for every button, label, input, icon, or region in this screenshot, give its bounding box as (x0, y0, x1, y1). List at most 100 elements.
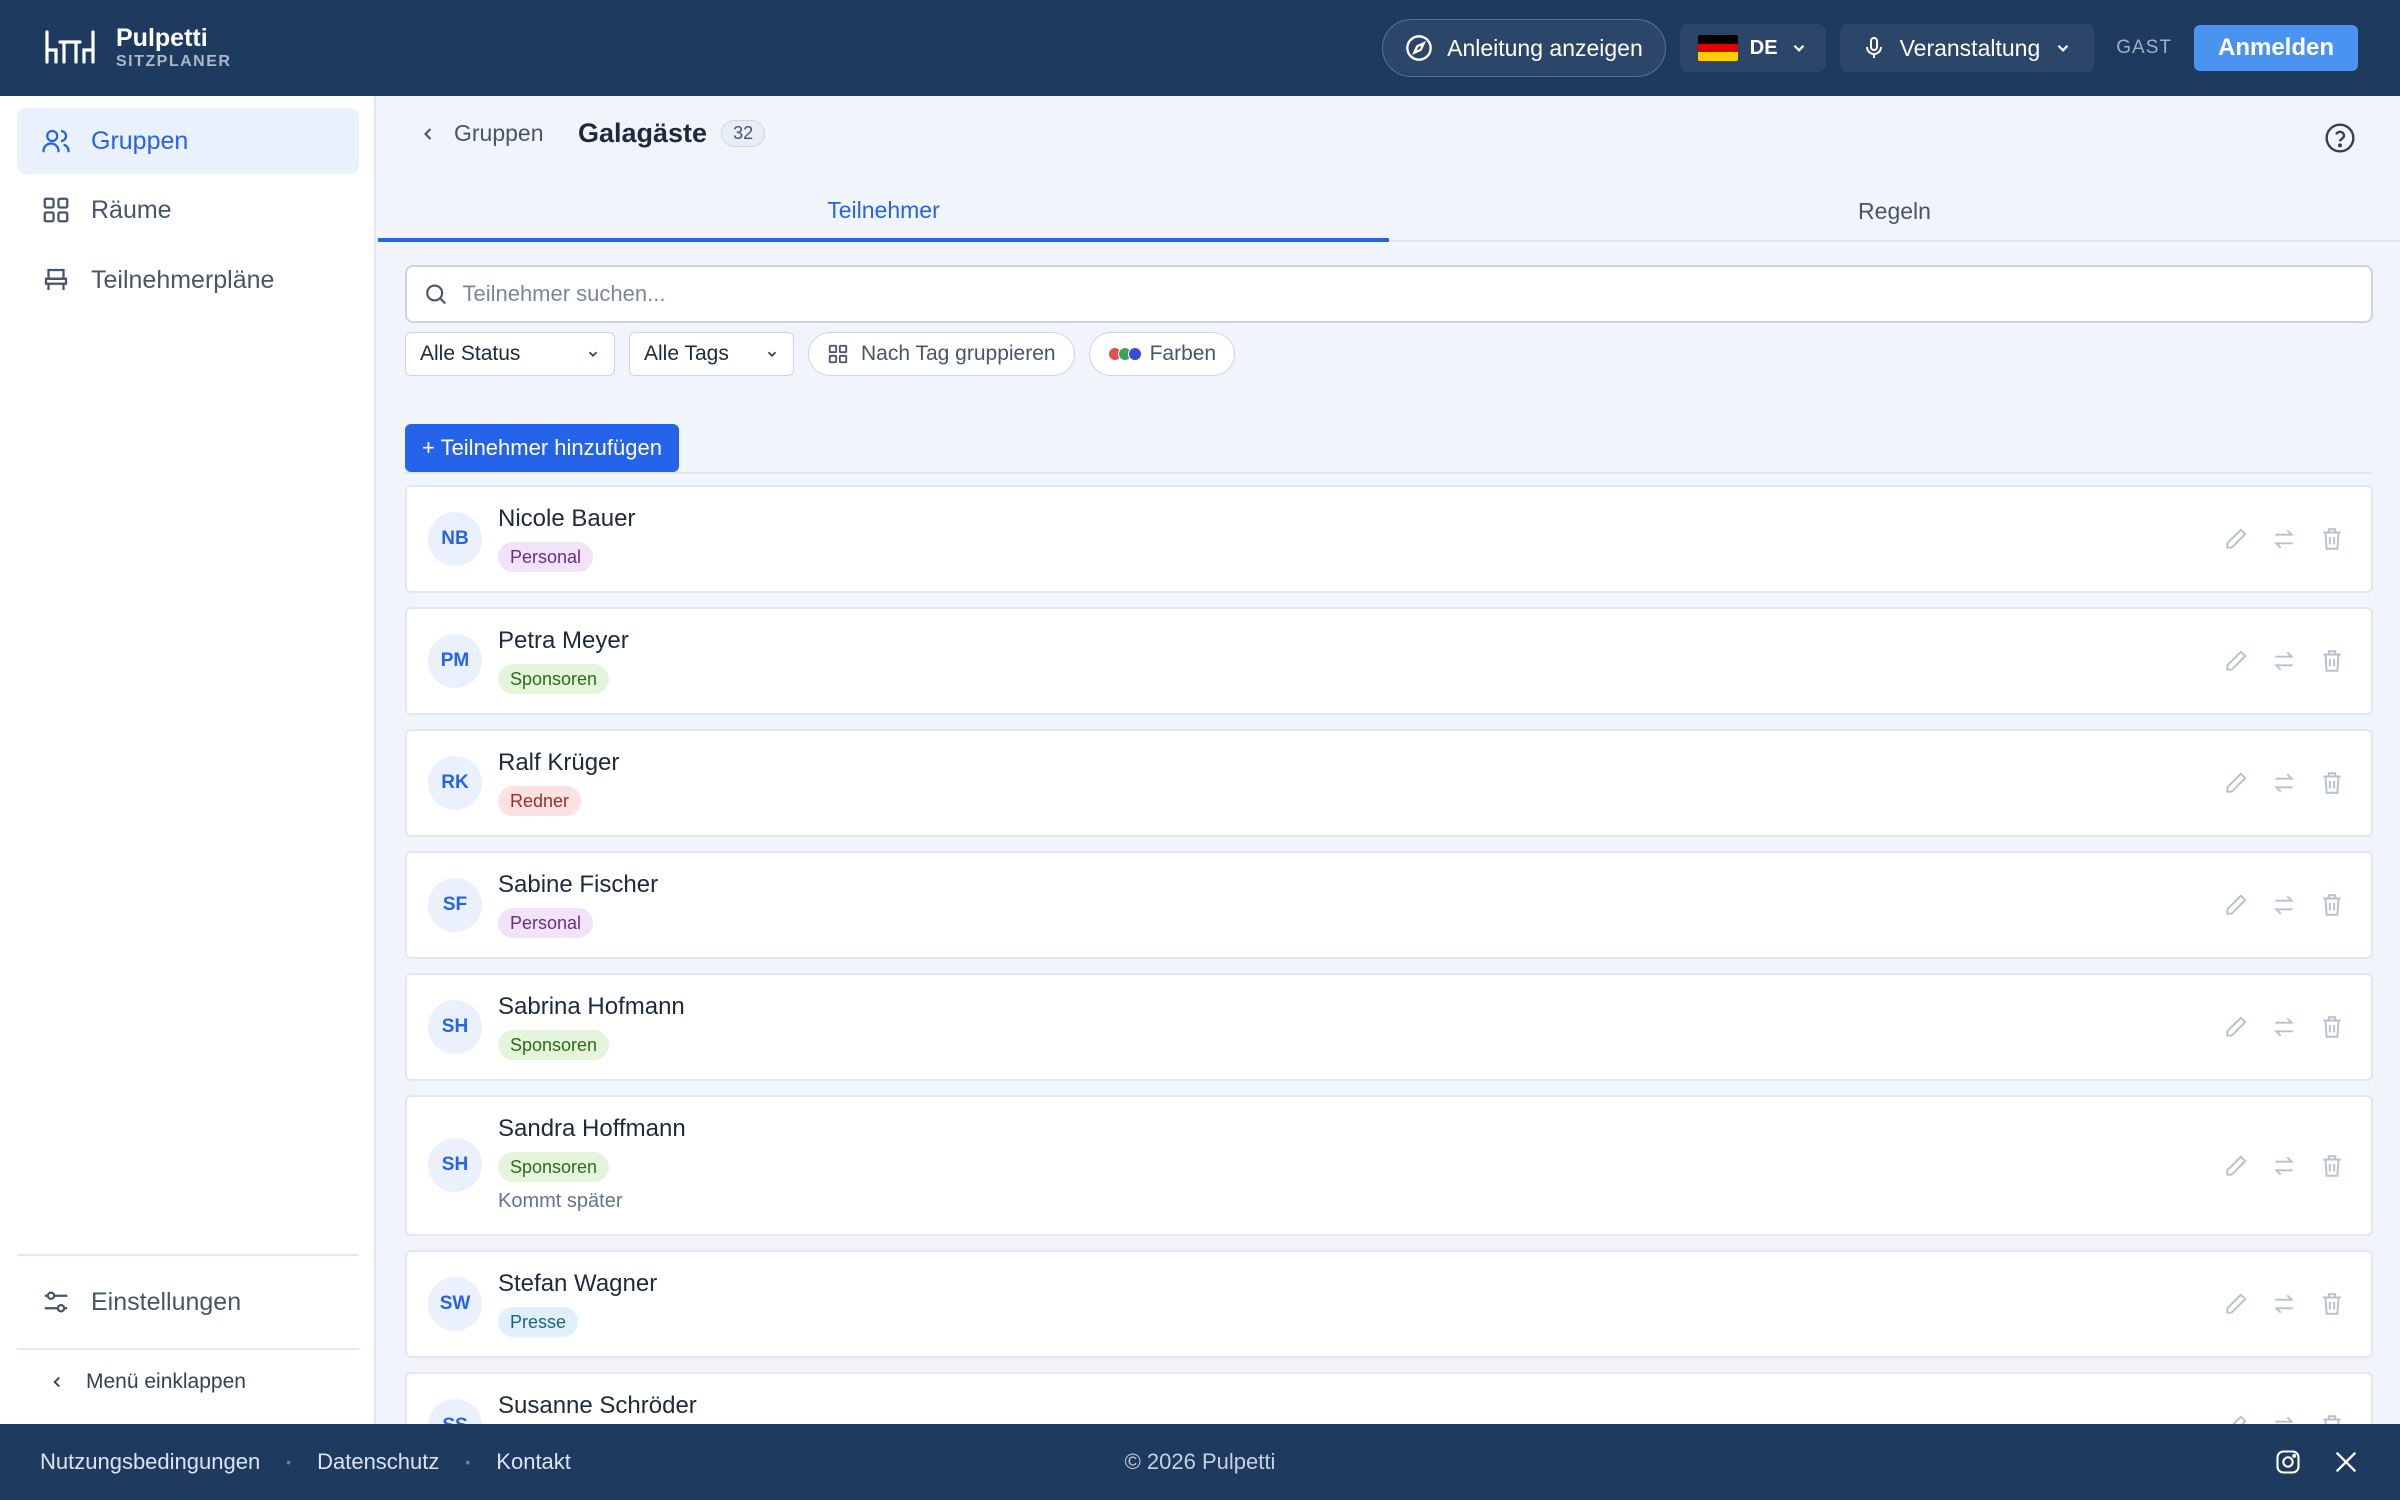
search-input[interactable] (462, 281, 2371, 307)
tag-badge: Personal (498, 908, 594, 938)
swap-icon[interactable] (2271, 648, 2297, 674)
chevron-down-icon (2057, 44, 2069, 52)
participant-row[interactable]: RK Ralf Krüger Redner (405, 729, 2373, 837)
group-title: Galagäste (578, 118, 708, 148)
table-logo-icon (45, 30, 95, 64)
event-select[interactable]: Veranstaltung (1839, 24, 2095, 72)
x-icon[interactable] (2332, 1448, 2360, 1476)
swap-icon[interactable] (2271, 526, 2297, 552)
tags-filter-label: Alle Tags (644, 342, 729, 365)
filter-bar: Alle Status Alle Tags Nach Tag gruppiere… (405, 332, 1236, 376)
swap-icon[interactable] (2271, 1014, 2297, 1040)
sidebar-divider (17, 1348, 359, 1350)
tag-badge: Sponsoren (498, 1030, 610, 1060)
tab-rules[interactable]: Regeln (1389, 182, 2400, 242)
sidebar-item-participant-plans[interactable]: Teilnehmerpläne (17, 247, 359, 313)
show-guide-label: Anleitung anzeigen (1447, 34, 1643, 61)
show-guide-button[interactable]: Anleitung anzeigen (1382, 19, 1666, 77)
participant-name: Susanne Schröder (498, 1392, 697, 1419)
help-icon[interactable] (2324, 122, 2356, 154)
instagram-icon[interactable] (2274, 1448, 2302, 1476)
app-subtitle: SITZPLANER (116, 52, 232, 70)
tab-participants[interactable]: Teilnehmer (378, 182, 1389, 242)
participant-row[interactable]: SS Susanne Schröder (405, 1372, 2373, 1424)
footer-separator: • (286, 1454, 292, 1470)
avatar: SS (428, 1399, 482, 1424)
participant-name: Stefan Wagner (498, 1270, 658, 1297)
status-filter-label: Alle Status (420, 342, 521, 365)
terms-link[interactable]: Nutzungsbedingungen (40, 1449, 260, 1475)
trash-icon[interactable] (2319, 770, 2345, 796)
trash-icon[interactable] (2319, 526, 2345, 552)
participant-name: Sabine Fischer (498, 871, 659, 898)
list-divider (405, 472, 2373, 474)
edit-icon[interactable] (2223, 526, 2249, 552)
grid-icon (43, 197, 69, 223)
edit-icon[interactable] (2223, 1291, 2249, 1317)
participant-row[interactable]: SH Sandra Hoffmann Sponsoren Kommt späte… (405, 1095, 2373, 1236)
color-dots-icon (1107, 347, 1142, 361)
footer-separator: • (465, 1454, 471, 1470)
participant-note: Kommt später (498, 1190, 623, 1212)
colors-toggle-button[interactable]: Farben (1088, 332, 1236, 376)
swap-icon[interactable] (2271, 892, 2297, 918)
sidebar-item-groups[interactable]: Gruppen (17, 108, 359, 174)
sidebar-item-settings[interactable]: Einstellungen (17, 1269, 359, 1335)
trash-icon[interactable] (2319, 1153, 2345, 1179)
sidebar-item-label: Gruppen (91, 126, 189, 155)
avatar: SH (428, 1000, 482, 1054)
tab-bar: Teilnehmer Regeln (378, 182, 2400, 242)
sidebar-item-label: Räume (91, 195, 172, 224)
back-to-groups-link[interactable]: Gruppen (418, 120, 544, 147)
participant-row[interactable]: SF Sabine Fischer Personal (405, 851, 2373, 959)
participant-name: Sabrina Hofmann (498, 993, 685, 1020)
language-select[interactable]: DE (1679, 24, 1826, 72)
edit-icon[interactable] (2223, 1014, 2249, 1040)
group-header: Galagäste 32 (578, 118, 766, 149)
participant-row[interactable]: SW Stefan Wagner Presse (405, 1250, 2373, 1358)
users-icon (42, 129, 70, 153)
edit-icon[interactable] (2223, 648, 2249, 674)
swap-icon[interactable] (2271, 1413, 2297, 1424)
avatar: SH (428, 1138, 482, 1192)
trash-icon[interactable] (2319, 1291, 2345, 1317)
sidebar-item-rooms[interactable]: Räume (17, 177, 359, 243)
participant-row[interactable]: SH Sabrina Hofmann Sponsoren (405, 973, 2373, 1081)
tag-badge: Personal (498, 542, 594, 572)
edit-icon[interactable] (2223, 770, 2249, 796)
trash-icon[interactable] (2319, 892, 2345, 918)
grid-icon (828, 344, 848, 364)
edit-icon[interactable] (2223, 892, 2249, 918)
trash-icon[interactable] (2319, 1014, 2345, 1040)
chevron-down-icon (1793, 44, 1804, 52)
add-participant-button[interactable]: + Teilnehmer hinzufügen (405, 424, 679, 472)
participant-name: Ralf Krüger (498, 749, 620, 776)
group-by-tag-button[interactable]: Nach Tag gruppieren (808, 332, 1075, 376)
status-filter-select[interactable]: Alle Status (405, 332, 615, 376)
avatar: RK (428, 756, 482, 810)
login-button[interactable]: Anmelden (2193, 25, 2358, 71)
collapse-menu-button[interactable]: Menü einklappen (48, 1370, 246, 1394)
privacy-link[interactable]: Datenschutz (317, 1449, 439, 1475)
trash-icon[interactable] (2319, 1413, 2345, 1424)
swap-icon[interactable] (2271, 1153, 2297, 1179)
edit-icon[interactable] (2223, 1413, 2249, 1424)
tags-filter-select[interactable]: Alle Tags (629, 332, 794, 376)
chevron-left-icon (53, 1376, 60, 1388)
participant-name: Sandra Hoffmann (498, 1115, 686, 1142)
participant-row[interactable]: PM Petra Meyer Sponsoren (405, 607, 2373, 715)
swap-icon[interactable] (2271, 770, 2297, 796)
swap-icon[interactable] (2271, 1291, 2297, 1317)
contact-link[interactable]: Kontakt (496, 1449, 571, 1475)
trash-icon[interactable] (2319, 648, 2345, 674)
colors-label: Farben (1149, 342, 1217, 365)
tag-badge: Sponsoren (498, 1152, 610, 1182)
seat-icon (44, 268, 68, 290)
participant-row[interactable]: NB Nicole Bauer Personal (405, 485, 2373, 593)
german-flag-icon (1697, 35, 1738, 61)
avatar: SF (428, 878, 482, 932)
edit-icon[interactable] (2223, 1153, 2249, 1179)
avatar: NB (428, 512, 482, 566)
logo[interactable]: Pulpetti SITZPLANER (42, 25, 231, 70)
event-label: Veranstaltung (1899, 34, 2041, 61)
